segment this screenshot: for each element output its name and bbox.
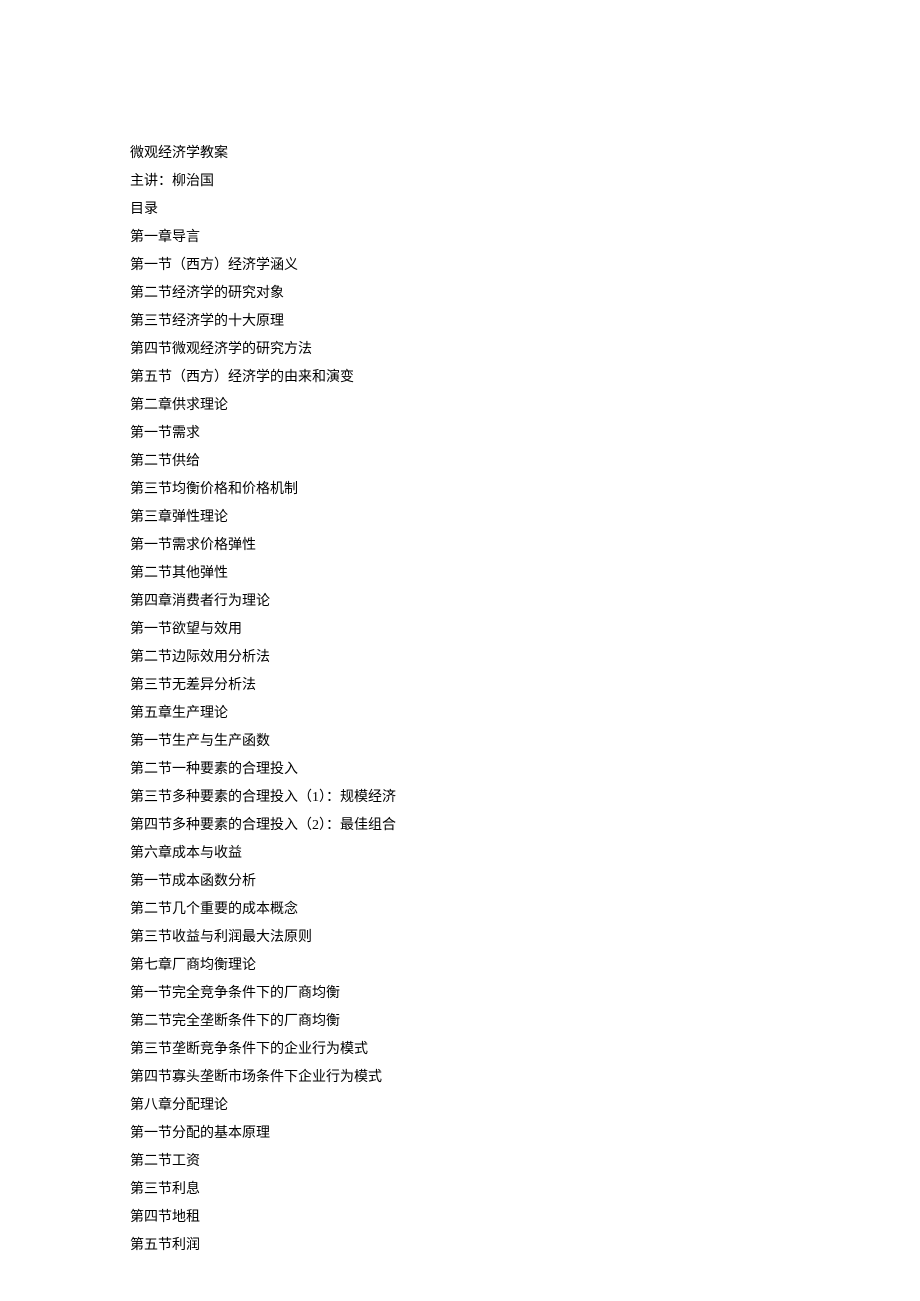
text-line: 第一章导言: [130, 224, 790, 252]
text-line: 第四节地租: [130, 1204, 790, 1232]
text-line: 第二节供给: [130, 448, 790, 476]
text-line: 第三节均衡价格和价格机制: [130, 476, 790, 504]
text-line: 第二节其他弹性: [130, 560, 790, 588]
text-line: 第四节多种要素的合理投入（2）：最佳组合: [130, 812, 790, 840]
text-line: 第一节欲望与效用: [130, 616, 790, 644]
text-line: 第三节利息: [130, 1176, 790, 1204]
text-line: 第三章弹性理论: [130, 504, 790, 532]
text-line: 第一节成本函数分析: [130, 868, 790, 896]
text-line: 第三节收益与利润最大法原则: [130, 924, 790, 952]
text-line: 第六章成本与收益: [130, 840, 790, 868]
text-line: 第二节边际效用分析法: [130, 644, 790, 672]
text-line: 第一节分配的基本原理: [130, 1120, 790, 1148]
text-line: 第二节一种要素的合理投入: [130, 756, 790, 784]
text-line: 第三节垄断竞争条件下的企业行为模式: [130, 1036, 790, 1064]
text-line: 第二节几个重要的成本概念: [130, 896, 790, 924]
text-line: 第七章厂商均衡理论: [130, 952, 790, 980]
text-line: 第一节（西方）经济学涵义: [130, 252, 790, 280]
text-line: 第一节需求价格弹性: [130, 532, 790, 560]
text-line: 微观经济学教案: [130, 140, 790, 168]
text-line: 第一节完全竞争条件下的厂商均衡: [130, 980, 790, 1008]
text-line: 主讲：柳治国: [130, 168, 790, 196]
document-content: 微观经济学教案 主讲：柳治国 目录 第一章导言 第一节（西方）经济学涵义 第二节…: [130, 140, 790, 1260]
text-line: 第五章生产理论: [130, 700, 790, 728]
text-line: 第三节经济学的十大原理: [130, 308, 790, 336]
text-line: 第一节需求: [130, 420, 790, 448]
text-line: 第二节完全垄断条件下的厂商均衡: [130, 1008, 790, 1036]
text-line: 第二节经济学的研究对象: [130, 280, 790, 308]
text-line: 第五节（西方）经济学的由来和演变: [130, 364, 790, 392]
text-line: 第三节多种要素的合理投入（1）：规模经济: [130, 784, 790, 812]
text-line: 第四章消费者行为理论: [130, 588, 790, 616]
text-line: 第一节生产与生产函数: [130, 728, 790, 756]
text-line: 第二节工资: [130, 1148, 790, 1176]
text-line: 第四节寡头垄断市场条件下企业行为模式: [130, 1064, 790, 1092]
text-line: 第四节微观经济学的研究方法: [130, 336, 790, 364]
text-line: 目录: [130, 196, 790, 224]
text-line: 第五节利润: [130, 1232, 790, 1260]
text-line: 第二章供求理论: [130, 392, 790, 420]
text-line: 第三节无差异分析法: [130, 672, 790, 700]
text-line: 第八章分配理论: [130, 1092, 790, 1120]
